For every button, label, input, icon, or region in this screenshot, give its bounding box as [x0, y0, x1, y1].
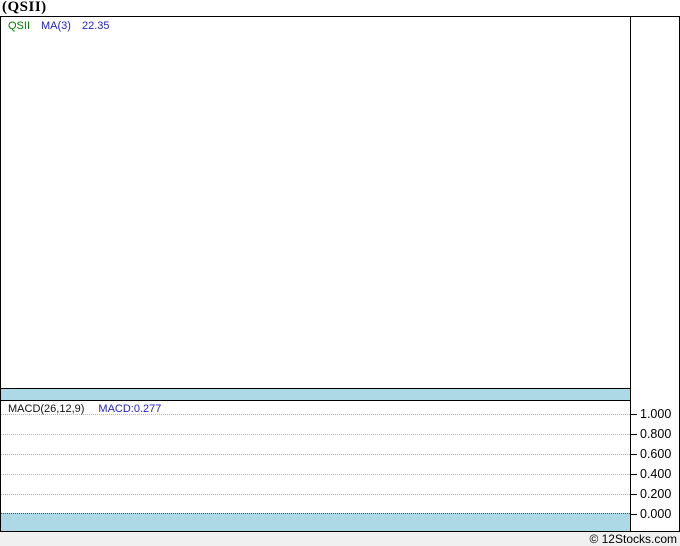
gridline-0.200 — [1, 494, 630, 495]
axis-tick — [631, 434, 637, 435]
axis-tick — [631, 474, 637, 475]
axis-tick-label: 1.000 — [640, 407, 672, 421]
axis-tick-label: 0.200 — [640, 487, 672, 501]
axis-tick-label: 0.800 — [640, 427, 672, 441]
price-legend: QSII MA(3) 22.35 — [8, 20, 110, 32]
ma-value: 22.35 — [81, 20, 110, 32]
price-panel: QSII MA(3) 22.35 — [1, 17, 630, 388]
chart-title: (QSII) — [2, 0, 47, 15]
axis-tick — [631, 494, 637, 495]
axis-tick-label: 0.000 — [640, 507, 672, 521]
plot-column: QSII MA(3) 22.35 MACD(26,12,9) MACD:0.277 — [1, 17, 630, 531]
separator-band-bottom — [1, 513, 630, 531]
gridline-0.400 — [1, 474, 630, 475]
axis-tick — [631, 414, 637, 415]
macd-legend: MACD(26,12,9) MACD:0.277 — [8, 403, 161, 415]
y-axis-column: 1.000 0.800 0.600 0.400 0.200 0.000 — [630, 17, 679, 531]
gridline-0.800 — [1, 434, 630, 435]
gridline-0.600 — [1, 454, 630, 455]
ma-label: MA(3) — [41, 20, 71, 32]
axis-tick — [631, 514, 637, 515]
macd-value: MACD:0.277 — [98, 403, 162, 415]
separator-band-top — [1, 389, 630, 400]
copyright-text: © 12Stocks.com — [589, 532, 677, 546]
ticker-label: QSII — [8, 20, 31, 32]
footer-bar: © 12Stocks.com — [0, 532, 680, 546]
macd-panel: MACD(26,12,9) MACD:0.277 — [1, 401, 630, 513]
axis-tick — [631, 454, 637, 455]
chart-frame: QSII MA(3) 22.35 MACD(26,12,9) MACD:0.277 1… — [0, 16, 680, 532]
axis-tick-label: 0.400 — [640, 467, 672, 481]
macd-indicator-label: MACD(26,12,9) — [8, 403, 85, 415]
axis-tick-label: 0.600 — [640, 447, 672, 461]
